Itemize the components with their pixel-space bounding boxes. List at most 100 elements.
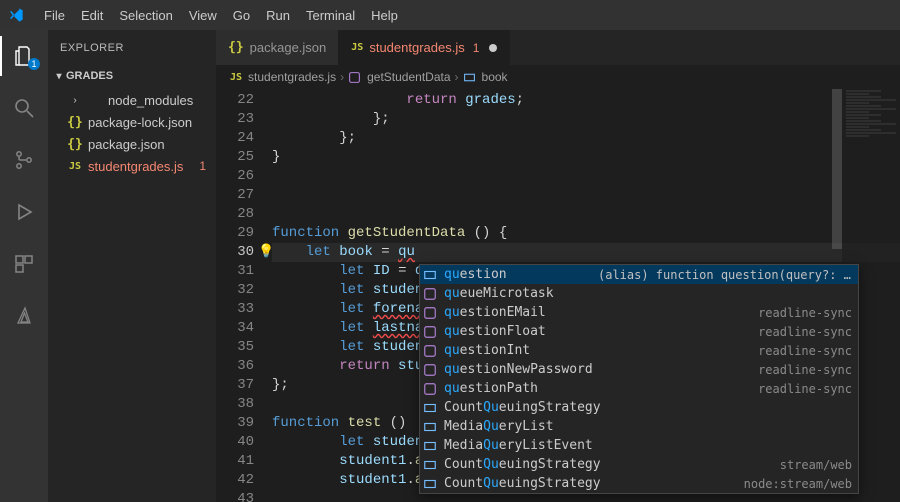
suggest-label: CountQueuingStrategy [444,476,601,491]
suggest-detail: node:stream/web [744,477,858,491]
error-badge: 1 [199,159,206,173]
suggest-item[interactable]: queueMicrotask [420,284,858,303]
js-icon: JS [351,42,363,53]
suggest-item[interactable]: question (alias) function question(query?… [420,265,858,284]
menubar: FileEditSelectionViewGoRunTerminalHelp [36,4,406,27]
suggest-item[interactable]: questionInt readline-sync [420,341,858,360]
editor-tabs: {} package.json JSstudentgrades.js1 [216,30,900,65]
suggest-label: question [444,267,507,282]
activity-explorer[interactable]: 1 [0,36,48,76]
tree-item[interactable]: {} package.json [48,133,216,155]
scroll-thumb[interactable] [832,89,842,249]
chevron-right-icon: › [68,95,82,106]
tree-item[interactable]: {} package-lock.json [48,111,216,133]
symbol-method-icon [422,344,438,358]
suggest-detail: readline-sync [758,306,858,320]
suggest-label: MediaQueryList [444,419,554,434]
breadcrumb-var: book [482,70,508,84]
symbol-method-icon [422,382,438,396]
file-tree: › node_modules {} package-lock.json {} packag… [48,87,216,177]
symbol-variable-icon [463,71,476,84]
suggest-item[interactable]: CountQueuingStrategy stream/web [420,455,858,474]
dirty-indicator-icon [489,44,497,52]
symbol-var-icon [422,401,438,415]
menu-edit[interactable]: Edit [73,4,111,27]
menu-view[interactable]: View [181,4,225,27]
suggest-item[interactable]: CountQueuingStrategy node:stream/web [420,474,858,493]
suggest-detail: readline-sync [758,382,858,396]
editor-tab[interactable]: {} package.json [216,30,339,65]
activity-search[interactable] [0,88,48,128]
lightbulb-icon[interactable]: 💡 [258,244,274,259]
suggest-label: questionInt [444,343,530,358]
code-area[interactable]: 2223242526272829303132333435363738394041… [216,89,900,502]
sidebar-folder-header[interactable]: ▾ GRADES [48,65,216,87]
tab-error-count: 1 [473,41,480,55]
sidebar: EXPLORER ▾ GRADES ›node_modules{}package… [48,30,216,502]
editor-group: {}package.jsonJSstudentgrades.js1 JS stu… [216,30,900,502]
symbol-var-icon [422,268,438,282]
tree-item-label: package-lock.json [88,115,192,130]
symbol-function-icon [348,71,361,84]
menu-help[interactable]: Help [363,4,406,27]
symbol-method-icon [422,363,438,377]
suggest-label: CountQueuingStrategy [444,400,601,415]
suggest-detail: (alias) function question(query?: any, o… [598,268,858,282]
json-icon: {} [228,40,244,55]
menu-terminal[interactable]: Terminal [298,4,363,27]
gutter: 2223242526272829303132333435363738394041… [216,89,272,502]
suggest-label: queueMicrotask [444,286,554,301]
breadcrumb-fn: getStudentData [367,70,450,84]
breadcrumb-file: studentgrades.js [248,70,336,84]
suggest-widget[interactable]: question (alias) function question(query?… [419,264,859,494]
activity-run-debug[interactable] [0,192,48,232]
suggest-detail: readline-sync [758,325,858,339]
menu-selection[interactable]: Selection [111,4,180,27]
tree-item[interactable]: › node_modules [48,89,216,111]
suggest-label: questionNewPassword [444,362,593,377]
tab-label: package.json [250,40,327,55]
vscode-icon [8,7,24,23]
symbol-var-icon [422,458,438,472]
suggest-item[interactable]: CountQueuingStrategy [420,398,858,417]
activity-source-control[interactable] [0,140,48,180]
menu-go[interactable]: Go [225,4,258,27]
chevron-down-icon: ▾ [52,71,66,82]
symbol-method-icon [422,287,438,301]
tree-item[interactable]: JS studentgrades.js 1 [48,155,216,177]
chevron-right-icon: › [455,70,459,84]
symbol-var-icon [422,420,438,434]
suggest-label: questionFloat [444,324,546,339]
symbol-method-icon [422,306,438,320]
suggest-item[interactable]: questionPath readline-sync [420,379,858,398]
tree-item-label: node_modules [108,93,193,108]
suggest-label: MediaQueryListEvent [444,438,593,453]
activity-azure[interactable] [0,296,48,336]
suggest-item[interactable]: MediaQueryList [420,417,858,436]
suggest-label: questionEMail [444,305,546,320]
symbol-var-icon [422,439,438,453]
suggest-item[interactable]: questionNewPassword readline-sync [420,360,858,379]
json-icon: {} [68,115,82,130]
suggest-detail: stream/web [780,458,858,472]
breadcrumb[interactable]: JS studentgrades.js › getStudentData › b… [216,65,900,89]
menu-run[interactable]: Run [258,4,298,27]
explorer-badge: 1 [28,58,40,70]
tree-item-label: studentgrades.js [88,159,183,174]
suggest-label: questionPath [444,381,538,396]
editor-tab[interactable]: JSstudentgrades.js1 [339,30,510,65]
sidebar-section-label: GRADES [66,70,113,82]
activitybar: 1 [0,30,48,502]
suggest-detail: readline-sync [758,344,858,358]
menu-file[interactable]: File [36,4,73,27]
suggest-item[interactable]: questionFloat readline-sync [420,322,858,341]
json-icon: {} [68,137,82,152]
js-icon: JS [68,161,82,172]
suggest-label: CountQueuingStrategy [444,457,601,472]
suggest-item[interactable]: questionEMail readline-sync [420,303,858,322]
activity-extensions[interactable] [0,244,48,284]
suggest-item[interactable]: MediaQueryListEvent [420,436,858,455]
tree-item-label: package.json [88,137,165,152]
titlebar: FileEditSelectionViewGoRunTerminalHelp [0,0,900,30]
suggest-detail: readline-sync [758,363,858,377]
